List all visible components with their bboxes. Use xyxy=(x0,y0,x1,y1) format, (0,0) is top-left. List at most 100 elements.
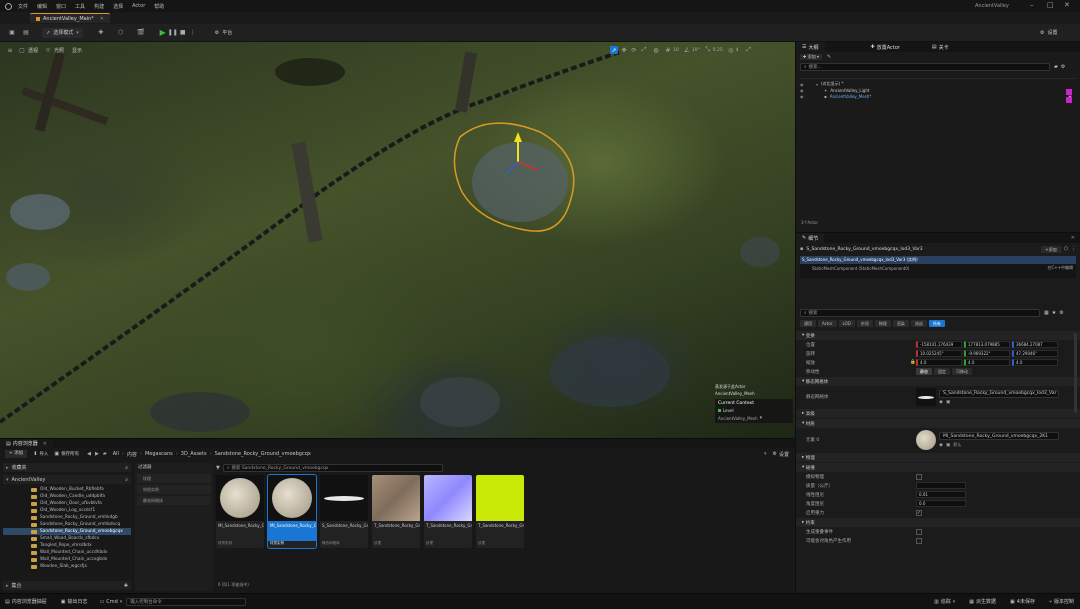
add-filter-button[interactable]: ✚ 添加 ▾ xyxy=(800,54,822,60)
folder-item[interactable]: Sandstone_Rocky_Ground_vmhkdgb xyxy=(3,514,131,521)
rotation-y[interactable]: -9.969322° xyxy=(964,350,1010,357)
component-child-row[interactable]: StaticMeshComponent (StaticMeshComponent… xyxy=(800,264,1076,272)
folder-item[interactable]: Old_Wooden_Log_xcsdcf1 xyxy=(3,507,131,514)
source-control-button[interactable]: ⑂ 版本控制 xyxy=(1049,598,1074,606)
angular-damping-input[interactable]: 0.0 xyxy=(916,500,966,507)
expand-icon[interactable]: ▾ xyxy=(816,82,818,87)
unsaved-button[interactable]: ▣ 4未保存 xyxy=(1010,598,1035,606)
folder-item[interactable]: Small_Wood_Boards_sfbdcx xyxy=(3,535,131,542)
content-browser-icon[interactable]: ▤ xyxy=(22,29,30,37)
breadcrumb-3d-assets[interactable]: 3D_Assets xyxy=(181,451,207,457)
maximize-viewport-icon[interactable]: ⤢ xyxy=(745,46,753,54)
show-label[interactable]: 显示 xyxy=(72,47,82,54)
tab-outliner[interactable]: ☰ 大纲 xyxy=(796,42,825,52)
asset-tile[interactable]: S_Sandstone_Rocky_Ground_vmoebgcqx_lod3.… xyxy=(320,475,368,548)
scale-snap-value[interactable]: 0.25 xyxy=(713,48,723,53)
lit-icon[interactable]: ☼ xyxy=(44,46,52,54)
save-all-icon[interactable]: ▣ xyxy=(54,451,59,457)
cmd-dropdown[interactable]: ▭ Cmd ▾ xyxy=(100,599,123,605)
console-input[interactable]: 输入控制台命令 xyxy=(126,597,247,606)
tab-place-actors[interactable]: ✚ 放置Actor xyxy=(864,42,906,52)
menu-window[interactable]: 窗口 xyxy=(56,3,66,10)
unreal-logo-icon[interactable] xyxy=(4,2,12,10)
grid-snap-value[interactable]: 10 xyxy=(673,48,679,53)
browse-icon[interactable]: ◉ xyxy=(939,400,943,405)
forward-icon[interactable]: ▶ xyxy=(95,451,99,457)
section-transform[interactable]: ▾ 变换 xyxy=(796,331,1080,340)
save-icon[interactable]: ▣ xyxy=(8,29,16,37)
level-name-row[interactable]: AncientValley_Mesh ▾ xyxy=(718,415,790,421)
asset-tile-selected[interactable]: MI_Sandstone_Rocky_Ground_vmoebgcqx_2K1 … xyxy=(267,474,317,549)
lit-label[interactable]: 光照 xyxy=(54,47,64,54)
blueprint-icon[interactable]: ⬡ xyxy=(117,29,125,37)
checkbox[interactable] xyxy=(916,537,922,544)
close-icon[interactable]: ✕ xyxy=(1071,235,1075,241)
add-content-icon[interactable]: ✚ xyxy=(97,29,105,37)
checkbox[interactable] xyxy=(916,528,922,535)
details-scrollbar[interactable] xyxy=(1074,333,1077,413)
breadcrumb-content[interactable]: 内容 xyxy=(127,451,137,458)
play-icon[interactable]: ▶ xyxy=(159,28,167,37)
gear-icon[interactable]: ⚙ xyxy=(1061,64,1065,70)
static-mesh-picker[interactable]: S_Sandstone_Rocky_Ground_vmoebgcqx_lod3_… xyxy=(939,389,1059,398)
folder-item[interactable]: Old_Wooden_Bucket_Rbfiebfa xyxy=(3,486,131,493)
menu-select[interactable]: 选择 xyxy=(113,3,123,10)
filter-general[interactable]: 通用 xyxy=(800,320,816,327)
rotation-snap-value[interactable]: 10° xyxy=(692,48,700,53)
outliner-search-input[interactable]: ⌕ 搜索... xyxy=(800,63,1050,71)
output-log-label[interactable]: 输出日志 xyxy=(67,598,87,605)
perspective-label[interactable]: 透视 xyxy=(28,47,38,54)
perspective-icon[interactable]: ▢ xyxy=(18,46,26,54)
play-options-icon[interactable]: ⋮ xyxy=(189,29,197,37)
menu-build[interactable]: 构建 xyxy=(94,3,104,10)
camera-speed-icon[interactable]: ◎ xyxy=(727,46,735,54)
filter-actor[interactable]: Actor xyxy=(818,320,837,327)
output-log-icon[interactable]: ▣ xyxy=(61,599,66,605)
gear-icon[interactable]: ⚙ xyxy=(773,451,777,457)
outliner-row[interactable]: ◉ ▪ AncientValley_Mesh* ▣ xyxy=(800,93,1076,99)
search-icon[interactable]: ⌕ xyxy=(125,465,128,471)
import-label[interactable]: 导入 xyxy=(39,451,48,457)
chevron-down-icon[interactable]: ▾ xyxy=(764,451,767,457)
close-icon[interactable]: ✕ xyxy=(1064,1,1070,9)
actor-name[interactable]: S_Sandstone_Rocky_Ground_vmoebgcqx_lod3_… xyxy=(806,247,922,252)
location-x[interactable]: -158141.176439 xyxy=(916,341,962,348)
settings-button[interactable]: ⚙ 设置 xyxy=(1040,29,1058,37)
root-row[interactable]: ▾ AncientValley ⌕ xyxy=(3,475,131,484)
checkbox-checked[interactable]: ✓ xyxy=(916,509,922,516)
tab-level[interactable]: AncientValley_Main* ✕ xyxy=(30,13,110,23)
back-icon[interactable]: ◀ xyxy=(87,451,91,457)
filter-all[interactable]: 所有 xyxy=(928,320,945,327)
folder-item[interactable]: Old_Wooden_Candle_uddpblfa xyxy=(3,493,131,500)
filter-icon[interactable]: ▼ xyxy=(216,465,220,471)
mobility-stationary[interactable]: 固定 xyxy=(934,368,950,375)
details-search-input[interactable]: ⌕ 搜索 xyxy=(800,309,1040,317)
filter-item[interactable]: 静态网格体 xyxy=(137,496,211,505)
asset-tile[interactable]: T_Sandstone_Rocky_Ground_vmoebgcqx_2K_N … xyxy=(424,475,472,548)
pencil-icon[interactable]: ✎ xyxy=(827,54,831,60)
favorites-row[interactable]: ▸ 收藏夹 ⌕ xyxy=(3,463,131,472)
filter-misc[interactable]: 杂项 xyxy=(856,320,873,327)
stop-icon[interactable]: ■ xyxy=(179,29,187,37)
filter-item[interactable]: 纹理 xyxy=(137,474,211,483)
content-drawer-label[interactable]: 内容浏览器抽屉 xyxy=(12,598,47,605)
grid-icon[interactable]: ▦ xyxy=(1044,310,1049,316)
material-picker[interactable]: MI_Sandstone_Rocky_Ground_vmoebgcqx_2K1 xyxy=(939,432,1059,440)
use-selected-icon[interactable]: ▣ xyxy=(946,400,950,405)
tab-close-icon[interactable]: ✕ xyxy=(100,16,104,22)
world-icon[interactable]: ◍ xyxy=(652,46,660,54)
breadcrumb-all[interactable]: All xyxy=(113,451,119,457)
mobility-static[interactable]: 静态 xyxy=(916,368,932,375)
import-icon[interactable]: ⬇ xyxy=(33,451,37,457)
folder-item[interactable]: Wooden_Slab_wgcsfjx xyxy=(3,563,131,570)
filter-item[interactable]: 材质实例 xyxy=(137,485,211,494)
more-icon[interactable]: ⋮ xyxy=(1071,246,1076,252)
section-materials[interactable]: ▾ 材质 xyxy=(796,419,1080,428)
step-icon[interactable]: ❚❚ xyxy=(168,29,178,37)
static-mesh-thumbnail[interactable] xyxy=(916,388,936,406)
select-icon[interactable]: ➚ xyxy=(610,46,618,54)
folder-icon[interactable]: ▰ xyxy=(1054,64,1058,70)
menu-edit[interactable]: 编辑 xyxy=(37,3,47,10)
tab-close-icon[interactable]: ✕ xyxy=(43,441,47,447)
eye-icon[interactable]: ◉ xyxy=(800,94,810,99)
